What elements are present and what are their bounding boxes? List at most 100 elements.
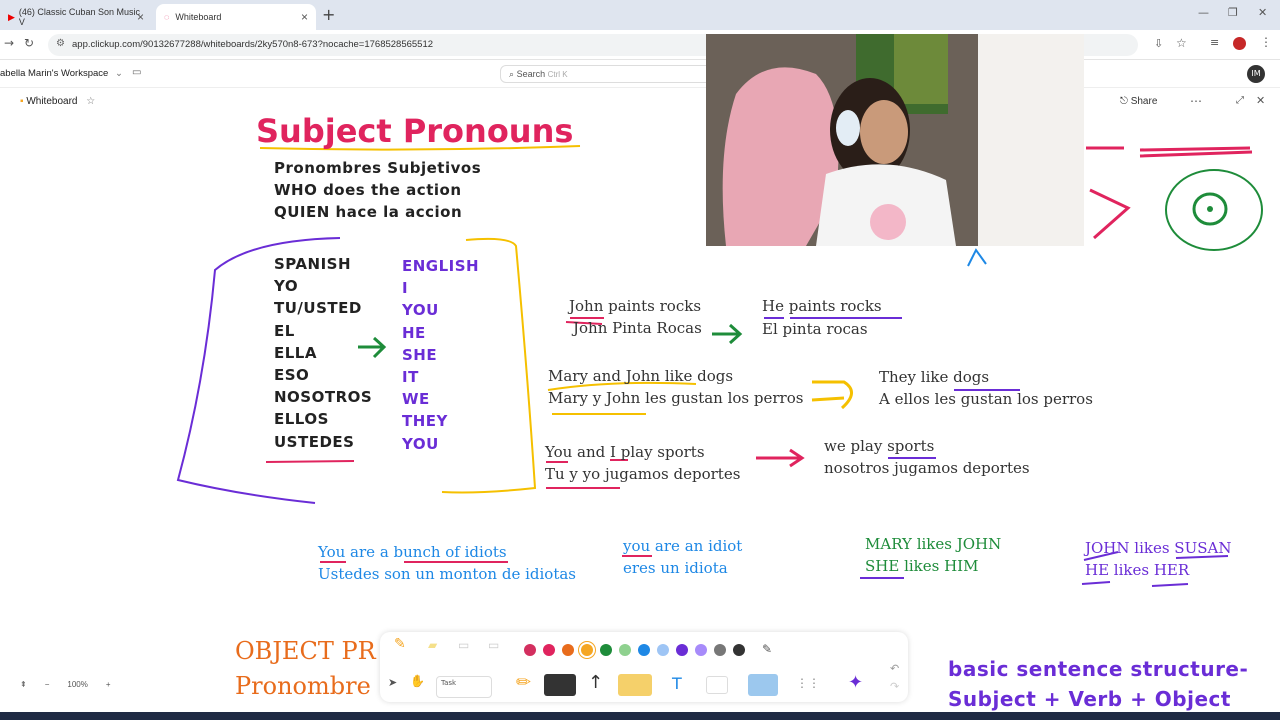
- green-circle-stroke: [1165, 169, 1263, 251]
- english-item: I: [402, 279, 409, 298]
- zoom-controls: ⇞ − 100% +: [20, 680, 111, 689]
- example-sentence: You and I play sports: [545, 443, 705, 461]
- english-item: THEY: [402, 412, 448, 431]
- green-example-line: MARY likes JOHN: [865, 535, 1002, 553]
- red-arrow-stroke: [756, 448, 805, 468]
- undo-icon[interactable]: ↶: [890, 662, 899, 675]
- purple-example-line: JOHN likes SUSAN: [1085, 539, 1232, 557]
- image-tool-icon[interactable]: [748, 674, 778, 696]
- text-tool-icon[interactable]: T: [672, 674, 682, 693]
- whiteboard-strokes: [176, 145, 1263, 587]
- connector-arrow-icon[interactable]: ↑: [588, 672, 603, 693]
- spanish-item: ELLA: [274, 343, 317, 362]
- color-swatch-selected[interactable]: [581, 644, 593, 656]
- red-underline-stroke: [265, 460, 355, 463]
- example-pronoun-sentence: we play sports: [824, 437, 935, 455]
- ai-tool-icon[interactable]: ✦: [848, 672, 863, 693]
- blue-stroke: [967, 248, 987, 267]
- color-swatch[interactable]: [676, 644, 688, 656]
- collapse-icon[interactable]: ⇞: [20, 680, 27, 689]
- idiots-sentence: You are a bunch of idiots: [318, 543, 507, 561]
- color-swatch[interactable]: [562, 644, 574, 656]
- subtitle-line: QUIEN hace la accion: [274, 203, 463, 222]
- spanish-item: USTEDES: [274, 432, 355, 451]
- sticky-note-icon[interactable]: [618, 674, 652, 696]
- english-item: HE: [402, 323, 426, 342]
- english-column: ENGLISH I YOU HE SHE IT WE THEY YOU: [402, 255, 479, 455]
- example-sentence: John paints rocks: [569, 297, 702, 315]
- yellow-arrow-stroke: [811, 380, 853, 410]
- spanish-item: TU/USTED: [274, 299, 362, 318]
- color-swatch[interactable]: [657, 644, 669, 656]
- example-translation: Mary y John les gustan los perros: [548, 389, 804, 407]
- zoom-in-button[interactable]: +: [106, 680, 111, 689]
- english-item: SHE: [402, 345, 438, 364]
- zoom-out-button[interactable]: −: [45, 680, 50, 689]
- subtitle-line: WHO does the action: [274, 181, 462, 200]
- english-item: WE: [402, 390, 430, 409]
- example-pronoun-sentence: He paints rocks: [762, 297, 882, 315]
- example-pronoun-translation: El pinta rocas: [762, 320, 868, 338]
- board-main-title: Subject Pronouns: [256, 112, 574, 150]
- color-swatch[interactable]: [524, 644, 536, 656]
- object-pronouns-title: OBJECT PR: [235, 637, 376, 665]
- hand-icon[interactable]: ✋: [410, 674, 425, 688]
- os-taskbar: [0, 712, 1280, 720]
- english-item: IT: [402, 368, 419, 387]
- idiot-sentence: you are an idiot: [623, 537, 743, 555]
- english-header: ENGLISH: [402, 257, 480, 275]
- color-swatch[interactable]: [543, 644, 555, 656]
- drawing-toolbar: ✎ ✎ ▰ ▭ ▭ ➤ ✋ Task ✏ ↑ T ⋮⋮ ✦ ↶ ↷: [380, 632, 908, 702]
- example-pronoun-sentence: They like dogs: [879, 368, 990, 386]
- sentence-structure-formula: Subject + Verb + Object: [948, 687, 1231, 711]
- webcam-overlay[interactable]: [706, 34, 1084, 246]
- color-swatch[interactable]: [600, 644, 612, 656]
- redo-icon[interactable]: ↷: [890, 680, 899, 693]
- zoom-level[interactable]: 100%: [67, 680, 87, 689]
- webcam-image: [706, 34, 1084, 246]
- spanish-item: NOSOTROS: [274, 388, 373, 407]
- task-tool[interactable]: Task: [436, 676, 492, 698]
- english-item: YOU: [402, 434, 439, 453]
- sticky-note-dark-icon[interactable]: [544, 674, 576, 696]
- green-arrow-stroke: [712, 323, 743, 345]
- english-item: YOU: [402, 301, 439, 320]
- example-sentence: Mary and John like dogs: [548, 367, 734, 385]
- spanish-column: SPANISH YO TU/USTED EL ELLA ESO NOSOTROS…: [274, 253, 372, 453]
- example-translation: John Pinta Rocas: [573, 319, 702, 337]
- subtitle-block: Pronombres Subjetivos WHO does the actio…: [274, 157, 481, 224]
- marker-icon[interactable]: ✎: [394, 636, 406, 652]
- spanish-item: YO: [274, 277, 299, 296]
- color-swatch[interactable]: [714, 644, 726, 656]
- red-chevron-stroke: [1089, 188, 1131, 240]
- pencil-tool-icon[interactable]: ✏: [516, 672, 531, 693]
- subtitle-line: Pronombres Subjetivos: [274, 159, 482, 177]
- green-dot: [1207, 206, 1213, 212]
- highlighter-icon[interactable]: ▰: [428, 638, 437, 652]
- green-example-line: SHE likes HIM: [865, 557, 979, 575]
- templates-icon[interactable]: ⋮⋮: [796, 676, 820, 690]
- eraser-icon[interactable]: ▭: [458, 638, 469, 652]
- pen-icon[interactable]: ✎: [762, 642, 772, 656]
- sentence-structure-title: basic sentence structure-: [948, 657, 1249, 681]
- red-strokes: [1086, 146, 1253, 158]
- spanish-item: ELLOS: [274, 410, 329, 429]
- task-tool-label: Task: [441, 679, 457, 687]
- card-tool-icon[interactable]: [706, 676, 728, 694]
- idiot-translation: eres un idiota: [623, 559, 728, 577]
- shape-icon[interactable]: ▭: [488, 638, 499, 652]
- purple-example-line: HE likes HER: [1085, 561, 1190, 579]
- color-swatch[interactable]: [638, 644, 650, 656]
- idiots-translation: Ustedes son un monton de idiotas: [318, 565, 576, 583]
- color-swatch[interactable]: [695, 644, 707, 656]
- spanish-item: ESO: [274, 366, 310, 385]
- example-translation: Tu y yo jugamos deportes: [545, 465, 741, 483]
- color-swatch[interactable]: [619, 644, 631, 656]
- example-pronoun-translation: A ellos les gustan los perros: [879, 390, 1093, 408]
- example-pronoun-translation: nosotros jugamos deportes: [824, 459, 1030, 477]
- spanish-item: EL: [274, 321, 295, 340]
- color-swatch[interactable]: [733, 644, 745, 656]
- cursor-icon[interactable]: ➤: [388, 676, 397, 689]
- spanish-header: SPANISH: [274, 255, 352, 273]
- object-pronouns-subtitle: Pronombre: [235, 672, 371, 700]
